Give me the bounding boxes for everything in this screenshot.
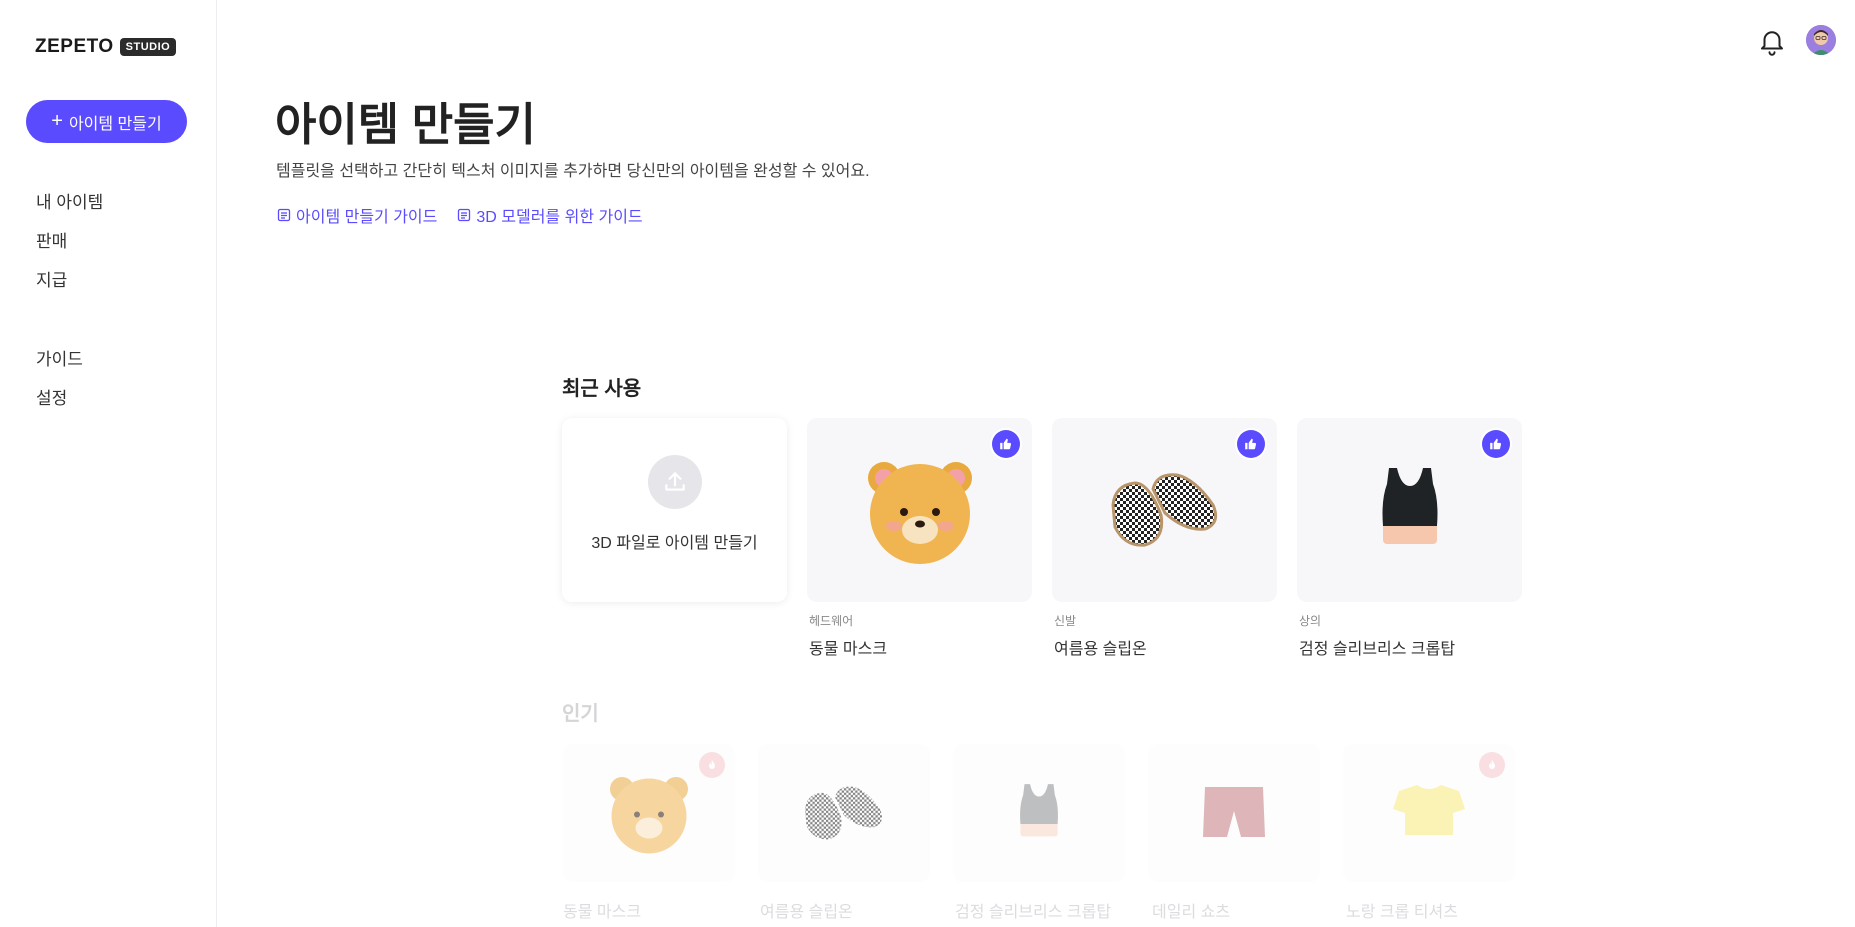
popular-item-name: 여름용 슬립온: [760, 904, 853, 921]
upload-icon: [647, 455, 702, 509]
recent-item-card[interactable]: [1297, 418, 1522, 602]
popular-item-card[interactable]: [563, 744, 735, 882]
tshirt-image: [1393, 785, 1465, 835]
item-name: 검정 슬리브리스 크롭탑: [1299, 641, 1456, 658]
logo[interactable]: ZEPETO STUDIO: [35, 36, 177, 58]
thumbs-up-icon: [992, 430, 1020, 458]
bear-mask-image: [610, 777, 688, 854]
item-create-guide-link[interactable]: 아이템 만들기 가이드: [277, 203, 437, 227]
page-title: 아이템 만들기: [275, 99, 536, 150]
3d-modeler-guide-link[interactable]: 3D 모델러를 위한 가이드: [457, 203, 643, 227]
popular-item-card[interactable]: [1343, 744, 1515, 882]
guide-links: 아이템 만들기 가이드 3D 모델러를 위한 가이드: [277, 203, 643, 227]
popular-item-card[interactable]: [758, 744, 930, 882]
upload-3d-file-card[interactable]: 3D 파일로 아이템 만들기: [562, 418, 787, 602]
thumbs-up-icon: [1482, 430, 1510, 458]
item-category: 헤드웨어: [809, 614, 854, 628]
item-create-guide-label: 아이템 만들기 가이드: [296, 209, 438, 226]
item-name: 동물 마스크: [809, 641, 888, 658]
create-item-button[interactable]: + 아이템 만들기: [26, 100, 187, 143]
sidebar-nav: 내 아이템 판매 지급 가이드 설정: [36, 190, 103, 425]
shorts-image: [1203, 787, 1265, 837]
upload-3d-file-label: 3D 파일로 아이템 만들기: [591, 535, 758, 552]
avatar[interactable]: [1806, 25, 1836, 55]
bell-icon[interactable]: [1757, 26, 1787, 56]
recent-item-meta: 헤드웨어 동물 마스크: [809, 612, 887, 659]
popular-section-title: 인기: [562, 703, 599, 725]
slip-on-image: [805, 786, 882, 840]
sidebar-item-my-items[interactable]: 내 아이템: [36, 190, 103, 229]
item-category: 신발: [1054, 614, 1077, 628]
sidebar-item-payout[interactable]: 지급: [36, 268, 103, 307]
slip-on-image: [1110, 473, 1217, 547]
sidebar-item-guide[interactable]: 가이드: [36, 347, 103, 386]
popular-item-card[interactable]: [953, 744, 1125, 882]
recent-section-title: 최근 사용: [562, 378, 642, 400]
recent-item-card[interactable]: [1052, 418, 1277, 602]
crop-top-image: [1020, 784, 1058, 837]
popular-item-name: 동물 마스크: [563, 904, 642, 921]
document-icon: [277, 208, 291, 222]
fire-icon: [699, 752, 725, 778]
sidebar-item-settings[interactable]: 설정: [36, 386, 103, 425]
popular-item-name: 데일리 쇼츠: [1152, 904, 1231, 921]
page-subtitle: 템플릿을 선택하고 간단히 텍스처 이미지를 추가하면 당신만의 아이템을 완성…: [276, 163, 870, 180]
fire-icon: [1479, 752, 1505, 778]
popular-item-name: 노랑 크롭 티셔츠: [1346, 904, 1458, 921]
recent-item-meta: 신발 여름용 슬립온: [1054, 612, 1147, 659]
3d-modeler-guide-label: 3D 모델러를 위한 가이드: [476, 209, 643, 226]
recent-item-meta: 상의 검정 슬리브리스 크롭탑: [1299, 612, 1455, 659]
item-category: 상의: [1299, 614, 1322, 628]
sidebar: ZEPETO STUDIO + 아이템 만들기 내 아이템 판매 지급 가이드 …: [0, 0, 217, 927]
recent-item-card[interactable]: [807, 418, 1032, 602]
popular-item-name: 검정 슬리브리스 크롭탑: [955, 904, 1112, 921]
item-name: 여름용 슬립온: [1054, 641, 1147, 658]
create-item-label: 아이템 만들기: [68, 115, 162, 133]
plus-icon: +: [51, 109, 63, 132]
crop-top-image: [1382, 468, 1437, 544]
sidebar-item-sales[interactable]: 판매: [36, 229, 103, 268]
logo-text: ZEPETO: [35, 36, 114, 57]
document-icon: [458, 208, 471, 222]
logo-badge: STUDIO: [119, 38, 177, 56]
bear-mask-image: [867, 462, 972, 564]
thumbs-up-icon: [1237, 430, 1265, 458]
popular-item-card[interactable]: [1148, 744, 1320, 882]
